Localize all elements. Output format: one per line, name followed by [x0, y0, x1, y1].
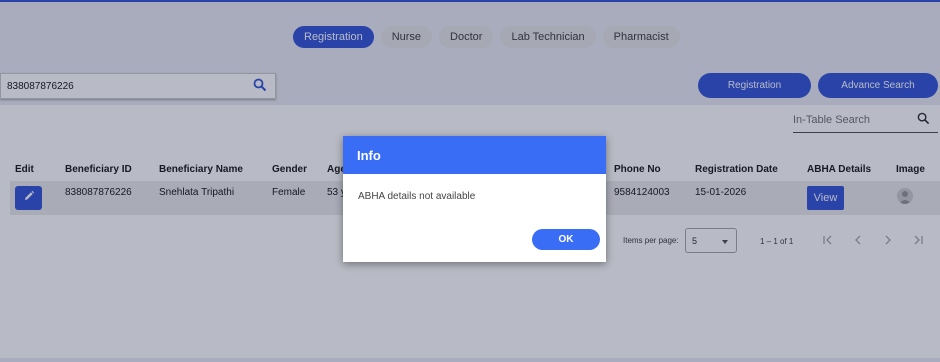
- ok-button[interactable]: OK: [532, 229, 600, 250]
- dialog-message: ABHA details not available: [358, 191, 476, 202]
- info-dialog: Info ABHA details not available OK: [343, 136, 606, 262]
- dialog-title: Info: [343, 136, 606, 174]
